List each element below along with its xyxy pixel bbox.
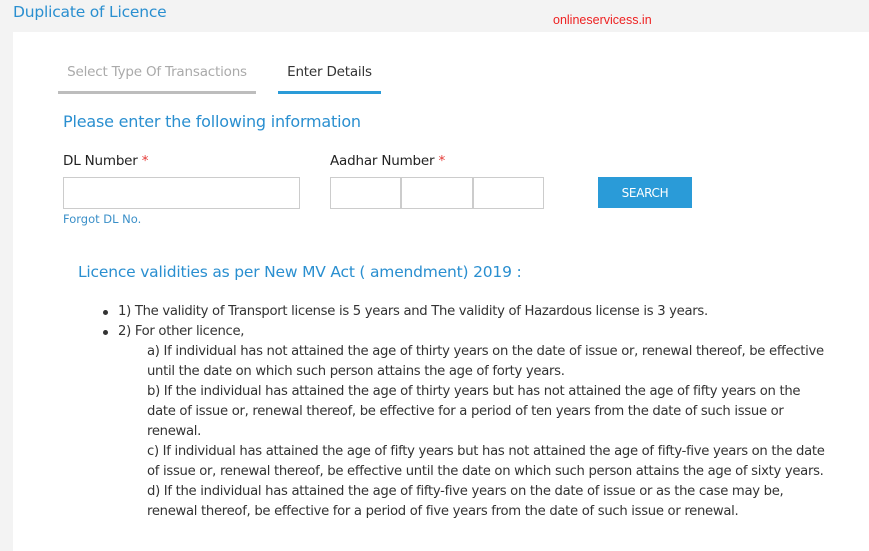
validity-list: 1) The validity of Transport license is … bbox=[103, 302, 833, 522]
aadhar-number-input-part-2[interactable] bbox=[401, 177, 473, 209]
list-item-text: 1) The validity of Transport license is … bbox=[118, 304, 708, 319]
aadhar-number-input-part-1[interactable] bbox=[330, 177, 401, 209]
required-asterisk: * bbox=[141, 153, 149, 169]
forgot-dl-link[interactable]: Forgot DL No. bbox=[63, 212, 141, 226]
list-item: 1) The validity of Transport license is … bbox=[103, 302, 833, 322]
bullet-icon bbox=[103, 330, 108, 335]
sub-item-b: b) If the individual has attained the ag… bbox=[147, 384, 801, 439]
required-asterisk: * bbox=[438, 153, 446, 169]
list-item-text: 2) For other licence, bbox=[118, 324, 245, 339]
dl-number-label: DL Number * bbox=[63, 153, 148, 169]
validity-title: Licence validities as per New MV Act ( a… bbox=[78, 263, 522, 281]
aadhar-number-label: Aadhar Number * bbox=[330, 153, 445, 169]
section-title: Please enter the following information bbox=[63, 112, 361, 131]
aadhar-number-input-part-3[interactable] bbox=[473, 177, 544, 209]
sub-item-c: c) If individual has attained the age of… bbox=[147, 444, 825, 479]
search-button[interactable]: SEARCH bbox=[598, 177, 692, 208]
watermark-text: onlineservicess.in bbox=[553, 13, 652, 27]
tab-enter-details[interactable]: Enter Details bbox=[278, 64, 381, 94]
tab-select-type-of-transactions[interactable]: Select Type Of Transactions bbox=[58, 64, 256, 94]
page-title: Duplicate of Licence bbox=[13, 3, 167, 21]
dl-number-input[interactable] bbox=[63, 177, 300, 209]
sub-item-a: a) If individual has not attained the ag… bbox=[147, 344, 824, 379]
bullet-icon bbox=[103, 310, 108, 315]
aadhar-number-label-text: Aadhar Number bbox=[330, 153, 435, 169]
dl-number-label-text: DL Number bbox=[63, 153, 138, 169]
list-item: 2) For other licence, a) If individual h… bbox=[103, 322, 833, 522]
sub-item-d: d) If the individual has attained the ag… bbox=[147, 484, 784, 519]
